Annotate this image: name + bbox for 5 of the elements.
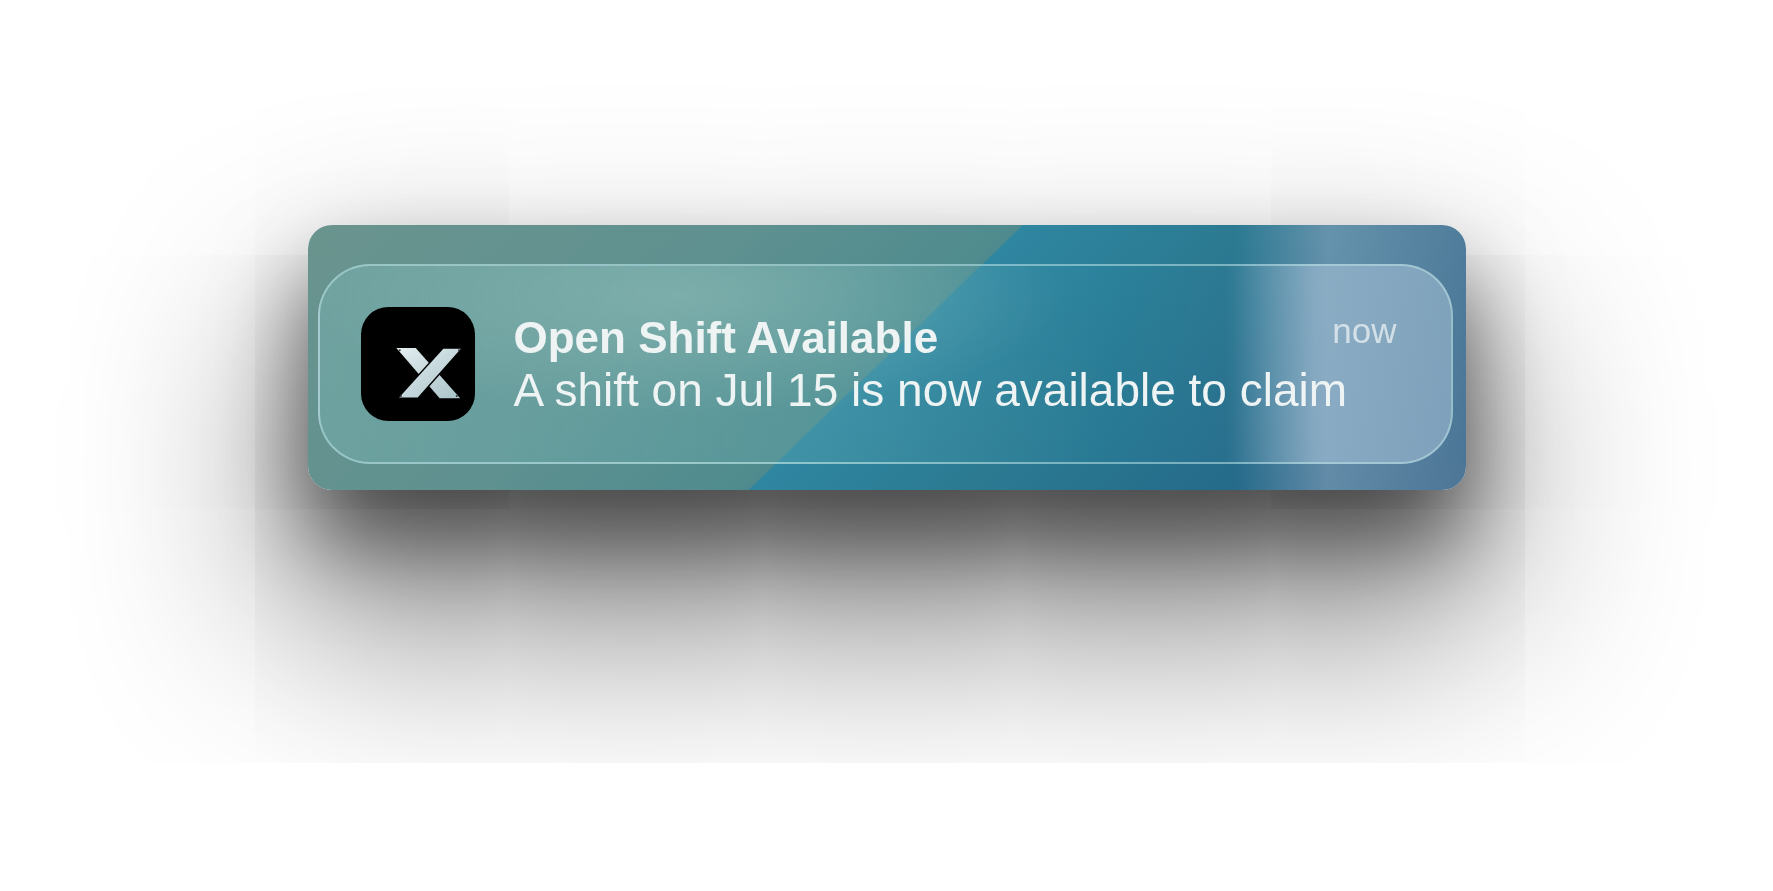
notification-card[interactable]: Open Shift Available now A shift on Jul 15 is now available to claim: [317, 264, 1453, 464]
x-logo-icon: [360, 307, 475, 421]
notification-time: now: [1332, 311, 1397, 351]
notification-message: A shift on Jul 15 is now available to claim: [513, 364, 1348, 416]
notification-title: Open Shift Available: [513, 312, 939, 364]
